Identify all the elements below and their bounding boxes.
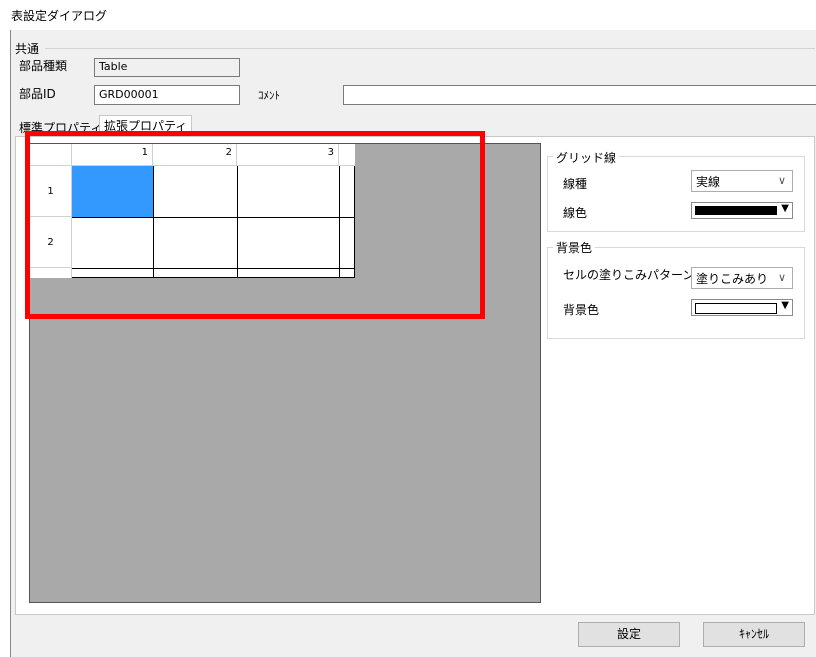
line-color-picker[interactable]: ▼ [691,202,793,219]
part-type-label: 部品種類 [19,59,68,73]
bg-color-label: 背景色 [563,303,600,317]
fill-pattern-value: 塗りこみあり [696,272,769,286]
bg-color-swatch [695,303,777,314]
fill-pattern-label: セルの塗りこみパターン [563,268,695,282]
part-id-input[interactable]: GRD00001 [94,85,240,105]
highlight-rectangle [25,131,485,319]
background-group-title: 背景色 [553,239,596,256]
common-group-title: 共通 [15,42,40,56]
fill-pattern-select[interactable]: 塗りこみあり ∨ [691,267,793,289]
triangle-down-icon: ▼ [781,203,789,214]
part-id-label: 部品ID [19,87,56,101]
bg-color-picker[interactable]: ▼ [691,299,793,316]
line-type-value: 実線 [696,175,721,189]
line-type-label: 線種 [563,177,588,191]
triangle-down-icon: ▼ [781,300,789,311]
window-title: 表設定ダイアログ [11,9,108,23]
comment-input[interactable] [343,85,816,105]
grid-line-group-title: グリッド線 [553,149,620,166]
background-groupbox [547,247,805,339]
part-type-field: Table [94,58,240,77]
ok-button[interactable]: 設定 [578,622,680,647]
line-color-swatch [695,206,777,215]
common-group-divider [45,48,815,49]
line-type-select[interactable]: 実線 ∨ [691,170,793,192]
chevron-down-icon: ∨ [777,174,786,187]
chevron-down-icon: ∨ [777,271,786,284]
comment-label: ｺﾒﾝﾄ [258,89,280,102]
dialog-client-area: 共通 部品種類 Table 部品ID GRD00001 ｺﾒﾝﾄ 標準プロパティ… [10,30,816,657]
line-color-label: 線色 [563,206,588,220]
cancel-button[interactable]: ｷｬﾝｾﾙ [703,622,805,647]
